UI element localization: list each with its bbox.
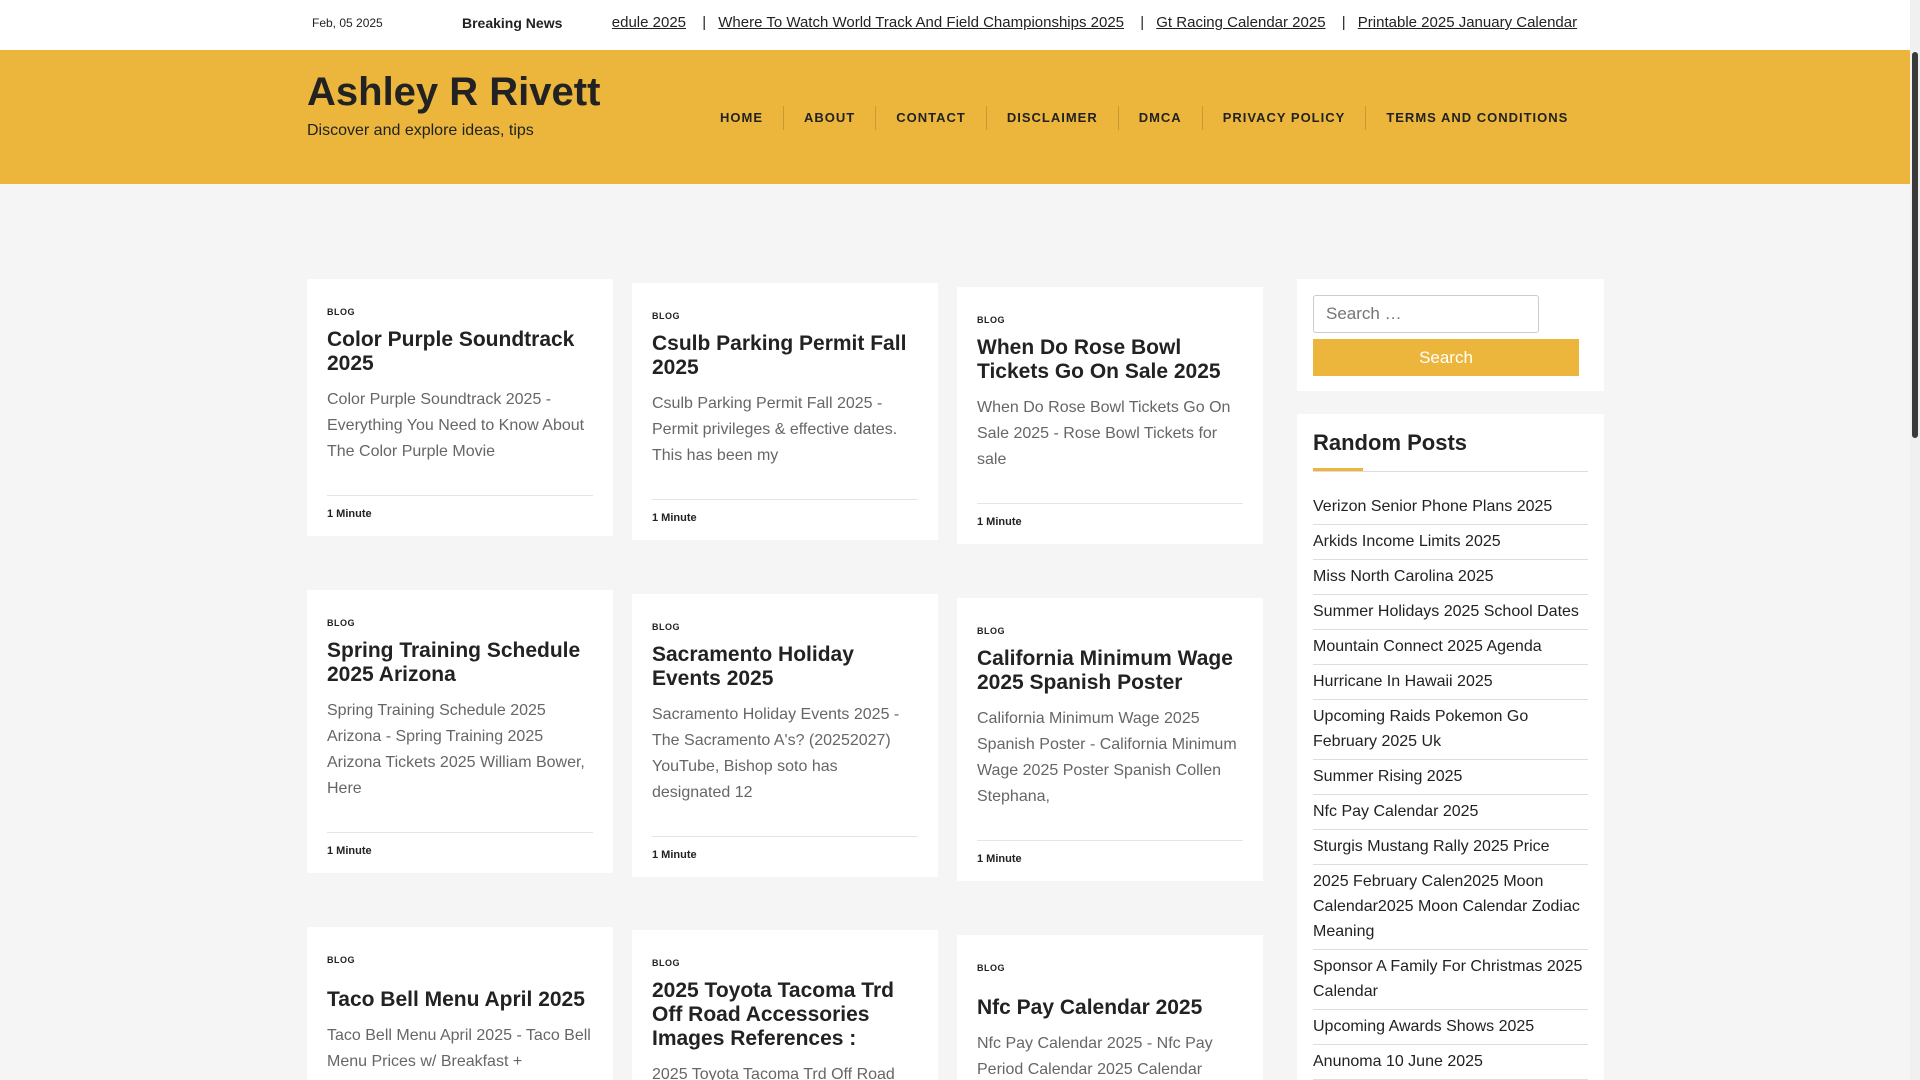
post-title[interactable]: When Do Rose Bowl Tickets Go On Sale 202… [977, 336, 1243, 384]
post-category[interactable]: BLOG [652, 622, 918, 632]
post-category[interactable]: BLOG [652, 311, 918, 321]
post-category[interactable]: BLOG [327, 618, 593, 628]
post-card: BLOG Csulb Parking Permit Fall 2025 Csul… [632, 283, 938, 540]
nav-privacy-policy[interactable]: PRIVACY POLICY [1203, 106, 1367, 130]
ticker-link[interactable]: Dodgers Spring Training Schedule 2025 [612, 14, 686, 31]
ticker-link[interactable]: Gt Racing Calendar 2025 [1156, 14, 1325, 31]
post-excerpt: Nfc Pay Calendar 2025 - Nfc Pay Period C… [977, 1035, 1213, 1078]
post-excerpt: Csulb Parking Permit Fall 2025 - Permit … [652, 395, 898, 464]
post-card: BLOG Sacramento Holiday Events 2025 Sacr… [632, 594, 938, 877]
random-post-link[interactable]: Summer Holidays 2025 School Dates [1313, 595, 1588, 630]
post-category[interactable]: BLOG [652, 958, 918, 968]
random-post-link[interactable]: Upcoming Raids Pokemon Go February 2025 … [1313, 700, 1588, 760]
search-widget: Search [1297, 279, 1604, 391]
post-read-time: 1 Minute [327, 832, 593, 873]
ticker-separator: | [1341, 14, 1346, 31]
top-bar: Feb, 05 2025 Breaking News Dodgers Sprin… [0, 0, 1910, 50]
post-card: BLOG Nfc Pay Calendar 2025 Nfc Pay Calen… [957, 935, 1263, 1080]
post-category[interactable]: BLOG [977, 626, 1243, 636]
random-post-link[interactable]: Verizon Senior Phone Plans 2025 [1313, 490, 1588, 525]
page-scrollbar[interactable] [1910, 0, 1920, 1080]
post-read-time: 1 Minute [977, 503, 1243, 544]
random-posts-widget: Random Posts Verizon Senior Phone Plans … [1297, 414, 1604, 1080]
post-card: BLOG California Minimum Wage 2025 Spanis… [957, 598, 1263, 881]
post-excerpt: Sacramento Holiday Events 2025 - The Sac… [652, 706, 900, 801]
post-card: BLOG When Do Rose Bowl Tickets Go On Sal… [957, 287, 1263, 544]
post-excerpt: When Do Rose Bowl Tickets Go On Sale 202… [977, 399, 1231, 468]
random-posts-list: Verizon Senior Phone Plans 2025 Arkids I… [1313, 490, 1588, 1080]
post-excerpt: Color Purple Soundtrack 2025 - Everythin… [327, 391, 585, 460]
post-excerpt: Spring Training Schedule 2025 Arizona - … [327, 702, 585, 797]
ticker-link[interactable]: Where To Watch World Track And Field Cha… [718, 14, 1124, 31]
heading-divider [1313, 471, 1588, 472]
nav-dmca[interactable]: DMCA [1119, 106, 1203, 130]
site-header: Ashley R Rivett Discover and explore ide… [0, 50, 1910, 184]
ticker-link[interactable]: Printable 2025 January Calendar [1358, 14, 1577, 31]
post-read-time: 1 Minute [327, 495, 593, 536]
post-card: BLOG 2025 Toyota Tacoma Trd Off Road Acc… [632, 930, 938, 1080]
post-category[interactable]: BLOG [327, 955, 593, 965]
post-title[interactable]: Sacramento Holiday Events 2025 [652, 643, 918, 691]
post-card: BLOG Color Purple Soundtrack 2025 Color … [307, 279, 613, 536]
random-post-link[interactable]: Miss North Carolina 2025 [1313, 560, 1588, 595]
post-title[interactable]: Csulb Parking Permit Fall 2025 [652, 332, 918, 380]
news-ticker-track: Dodgers Spring Training Schedule 2025 | … [612, 14, 1577, 31]
post-excerpt: 2025 Toyota Tacoma Trd Off Road Accessor… [652, 1066, 895, 1080]
search-button[interactable]: Search [1313, 339, 1579, 376]
site-description: Discover and explore ideas, tips [307, 122, 534, 139]
nav-home[interactable]: HOME [700, 106, 784, 130]
post-card: BLOG Taco Bell Menu April 2025 Taco Bell… [307, 927, 613, 1080]
post-read-time: 1 Minute [652, 836, 918, 877]
random-post-link[interactable]: Nfc Pay Calendar 2025 [1313, 795, 1588, 830]
news-ticker: Dodgers Spring Training Schedule 2025 | … [612, 14, 1622, 36]
post-category[interactable]: BLOG [977, 315, 1243, 325]
scrollbar-thumb[interactable] [1912, 52, 1918, 438]
post-excerpt: California Minimum Wage 2025 Spanish Pos… [977, 710, 1237, 805]
post-title[interactable]: Color Purple Soundtrack 2025 [327, 328, 593, 376]
random-post-link[interactable]: Summer Rising 2025 [1313, 760, 1588, 795]
post-category[interactable]: BLOG [977, 963, 1243, 973]
post-read-time: 1 Minute [977, 840, 1243, 881]
random-post-link[interactable]: Arkids Income Limits 2025 [1313, 525, 1588, 560]
breaking-news-label: Breaking News [462, 15, 563, 31]
search-input[interactable] [1313, 295, 1539, 333]
nav-disclaimer[interactable]: DISCLAIMER [987, 106, 1119, 130]
post-excerpt: Taco Bell Menu April 2025 - Taco Bell Me… [327, 1027, 591, 1080]
ticker-separator: | [1140, 14, 1145, 31]
post-title[interactable]: Taco Bell Menu April 2025 [327, 988, 593, 1012]
site-title[interactable]: Ashley R Rivett [307, 70, 600, 115]
post-card: BLOG Spring Training Schedule 2025 Arizo… [307, 590, 613, 873]
random-post-link[interactable]: Mountain Connect 2025 Agenda [1313, 630, 1588, 665]
nav-terms-and-conditions[interactable]: TERMS AND CONDITIONS [1366, 106, 1588, 130]
nav-about[interactable]: ABOUT [784, 106, 877, 130]
random-post-link[interactable]: Sturgis Mustang Rally 2025 Price [1313, 830, 1588, 865]
current-date: Feb, 05 2025 [312, 16, 383, 30]
ticker-separator: | [702, 14, 707, 31]
random-post-link[interactable]: 2025 February Calen2025 Moon Calendar202… [1313, 865, 1588, 950]
nav-contact[interactable]: CONTACT [876, 106, 987, 130]
random-post-link[interactable]: Upcoming Awards Shows 2025 [1313, 1010, 1588, 1045]
post-title[interactable]: 2025 Toyota Tacoma Trd Off Road Accessor… [652, 979, 918, 1051]
post-category[interactable]: BLOG [327, 307, 593, 317]
random-post-link[interactable]: Anunoma 10 June 2025 [1313, 1045, 1588, 1080]
post-title[interactable]: California Minimum Wage 2025 Spanish Pos… [977, 647, 1243, 695]
main-nav: HOME ABOUT CONTACT DISCLAIMER DMCA PRIVA… [700, 106, 1588, 130]
random-posts-heading: Random Posts [1313, 430, 1468, 455]
post-title[interactable]: Spring Training Schedule 2025 Arizona [327, 639, 593, 687]
random-post-link[interactable]: Sponsor A Family For Christmas 2025 Cale… [1313, 950, 1588, 1010]
random-post-link[interactable]: Hurricane In Hawaii 2025 [1313, 665, 1588, 700]
post-read-time: 1 Minute [652, 499, 918, 540]
post-title[interactable]: Nfc Pay Calendar 2025 [977, 996, 1243, 1020]
